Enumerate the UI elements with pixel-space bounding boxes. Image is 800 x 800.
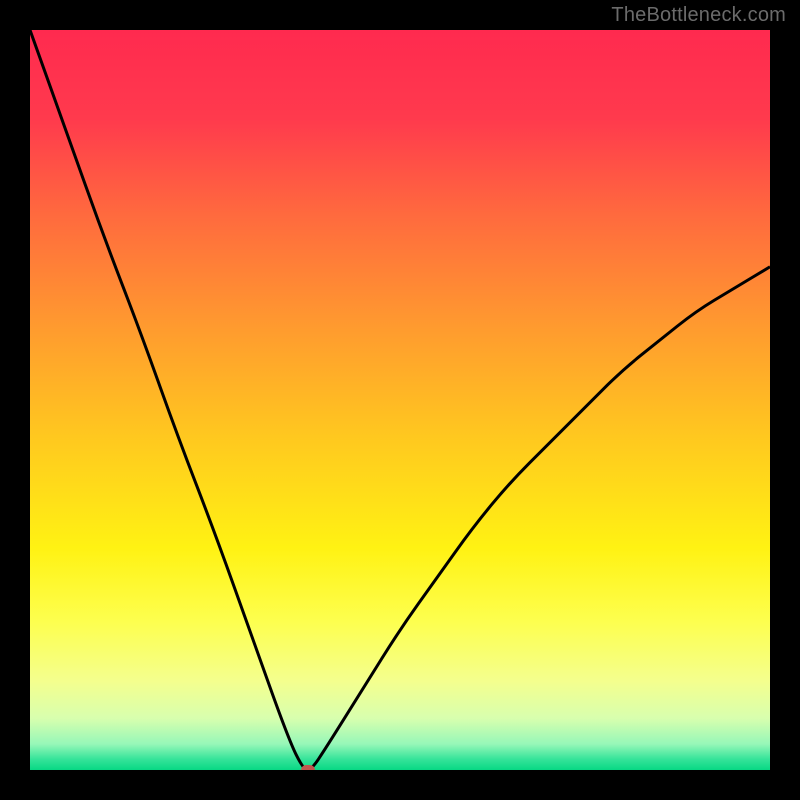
plot-area <box>30 30 770 770</box>
chart-frame: TheBottleneck.com <box>0 0 800 800</box>
optimal-point-marker <box>301 765 315 770</box>
watermark-text: TheBottleneck.com <box>611 4 786 27</box>
bottleneck-curve <box>30 30 770 770</box>
curve-path <box>30 30 770 770</box>
